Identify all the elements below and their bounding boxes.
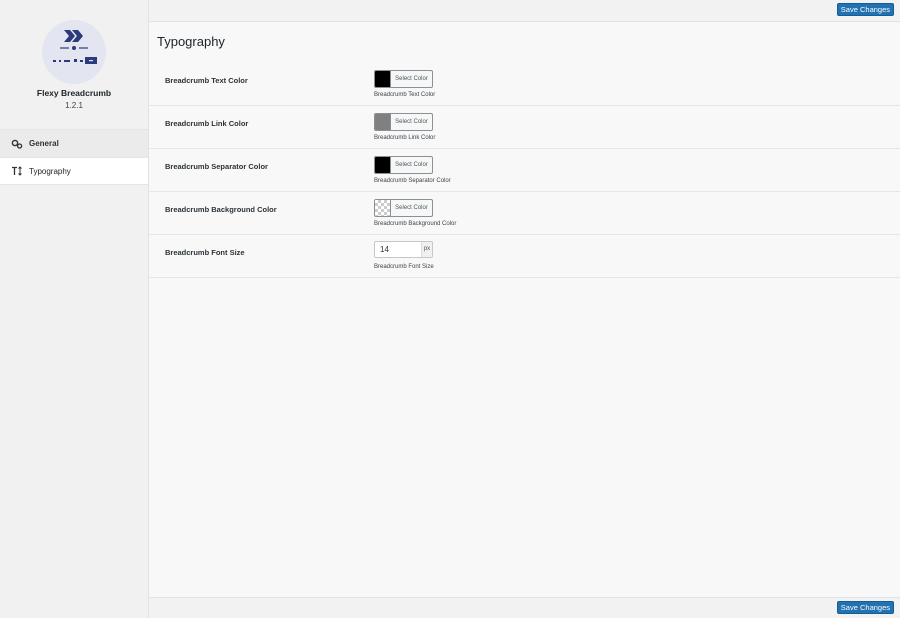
text-size-icon <box>12 166 22 176</box>
breadcrumb-logo-icon <box>53 30 97 64</box>
plugin-name: Flexy Breadcrumb <box>36 88 112 98</box>
field-row-font-size: Breadcrumb Font Size px Breadcrumb Font … <box>149 235 900 278</box>
settings-form: Breadcrumb Text Color Select Color Bread… <box>149 63 900 278</box>
field-label: Breadcrumb Background Color <box>165 205 277 214</box>
main-panel: Save Changes Typography Breadcrumb Text … <box>149 0 900 618</box>
gears-icon <box>11 139 23 149</box>
font-size-input[interactable] <box>375 242 421 257</box>
select-color-label: Select Color <box>395 119 428 125</box>
color-picker-button[interactable]: Select Color <box>374 199 433 217</box>
select-color-label: Select Color <box>395 205 428 211</box>
sidebar-nav: General Typography <box>0 129 148 185</box>
select-color-label: Select Color <box>395 162 428 168</box>
field-label: Breadcrumb Text Color <box>165 76 248 85</box>
color-swatch <box>375 157 391 173</box>
field-label: Breadcrumb Separator Color <box>165 162 268 171</box>
plugin-logo <box>42 20 106 84</box>
sidebar: Flexy Breadcrumb 1.2.1 General Typograph… <box>0 0 149 618</box>
color-picker-button[interactable]: Select Color <box>374 70 433 88</box>
sidebar-item-general[interactable]: General <box>0 129 148 157</box>
select-color-label: Select Color <box>395 76 428 82</box>
font-size-field: px <box>374 241 433 258</box>
color-swatch <box>375 114 391 130</box>
color-picker-button[interactable]: Select Color <box>374 113 433 131</box>
sidebar-item-label: Typography <box>29 166 71 176</box>
field-description: Breadcrumb Font Size <box>374 264 434 270</box>
field-row-separator-color: Breadcrumb Separator Color Select Color … <box>149 149 900 192</box>
color-picker-button[interactable]: Select Color <box>374 156 433 174</box>
plugin-version: 1.2.1 <box>65 101 83 110</box>
top-toolbar: Save Changes <box>149 0 900 22</box>
field-row-background-color: Breadcrumb Background Color Select Color… <box>149 192 900 235</box>
save-button-bottom[interactable]: Save Changes <box>836 601 894 614</box>
field-label: Breadcrumb Font Size <box>165 248 245 257</box>
sidebar-item-typography[interactable]: Typography <box>0 157 148 185</box>
color-swatch <box>375 71 391 87</box>
field-row-link-color: Breadcrumb Link Color Select Color Bread… <box>149 106 900 149</box>
transparent-swatch <box>375 200 391 216</box>
bottom-toolbar: Save Changes <box>149 597 900 618</box>
save-button-top[interactable]: Save Changes <box>836 3 894 16</box>
plugin-brand: Flexy Breadcrumb 1.2.1 <box>0 0 148 128</box>
field-description: Breadcrumb Link Color <box>374 135 436 141</box>
field-row-text-color: Breadcrumb Text Color Select Color Bread… <box>149 63 900 106</box>
field-description: Breadcrumb Background Color <box>374 221 457 227</box>
unit-label: px <box>421 242 432 257</box>
field-label: Breadcrumb Link Color <box>165 119 249 128</box>
field-description: Breadcrumb Separator Color <box>374 178 451 184</box>
sidebar-item-label: General <box>29 139 59 148</box>
page-title: Typography <box>157 34 225 49</box>
field-description: Breadcrumb Text Color <box>374 92 436 98</box>
